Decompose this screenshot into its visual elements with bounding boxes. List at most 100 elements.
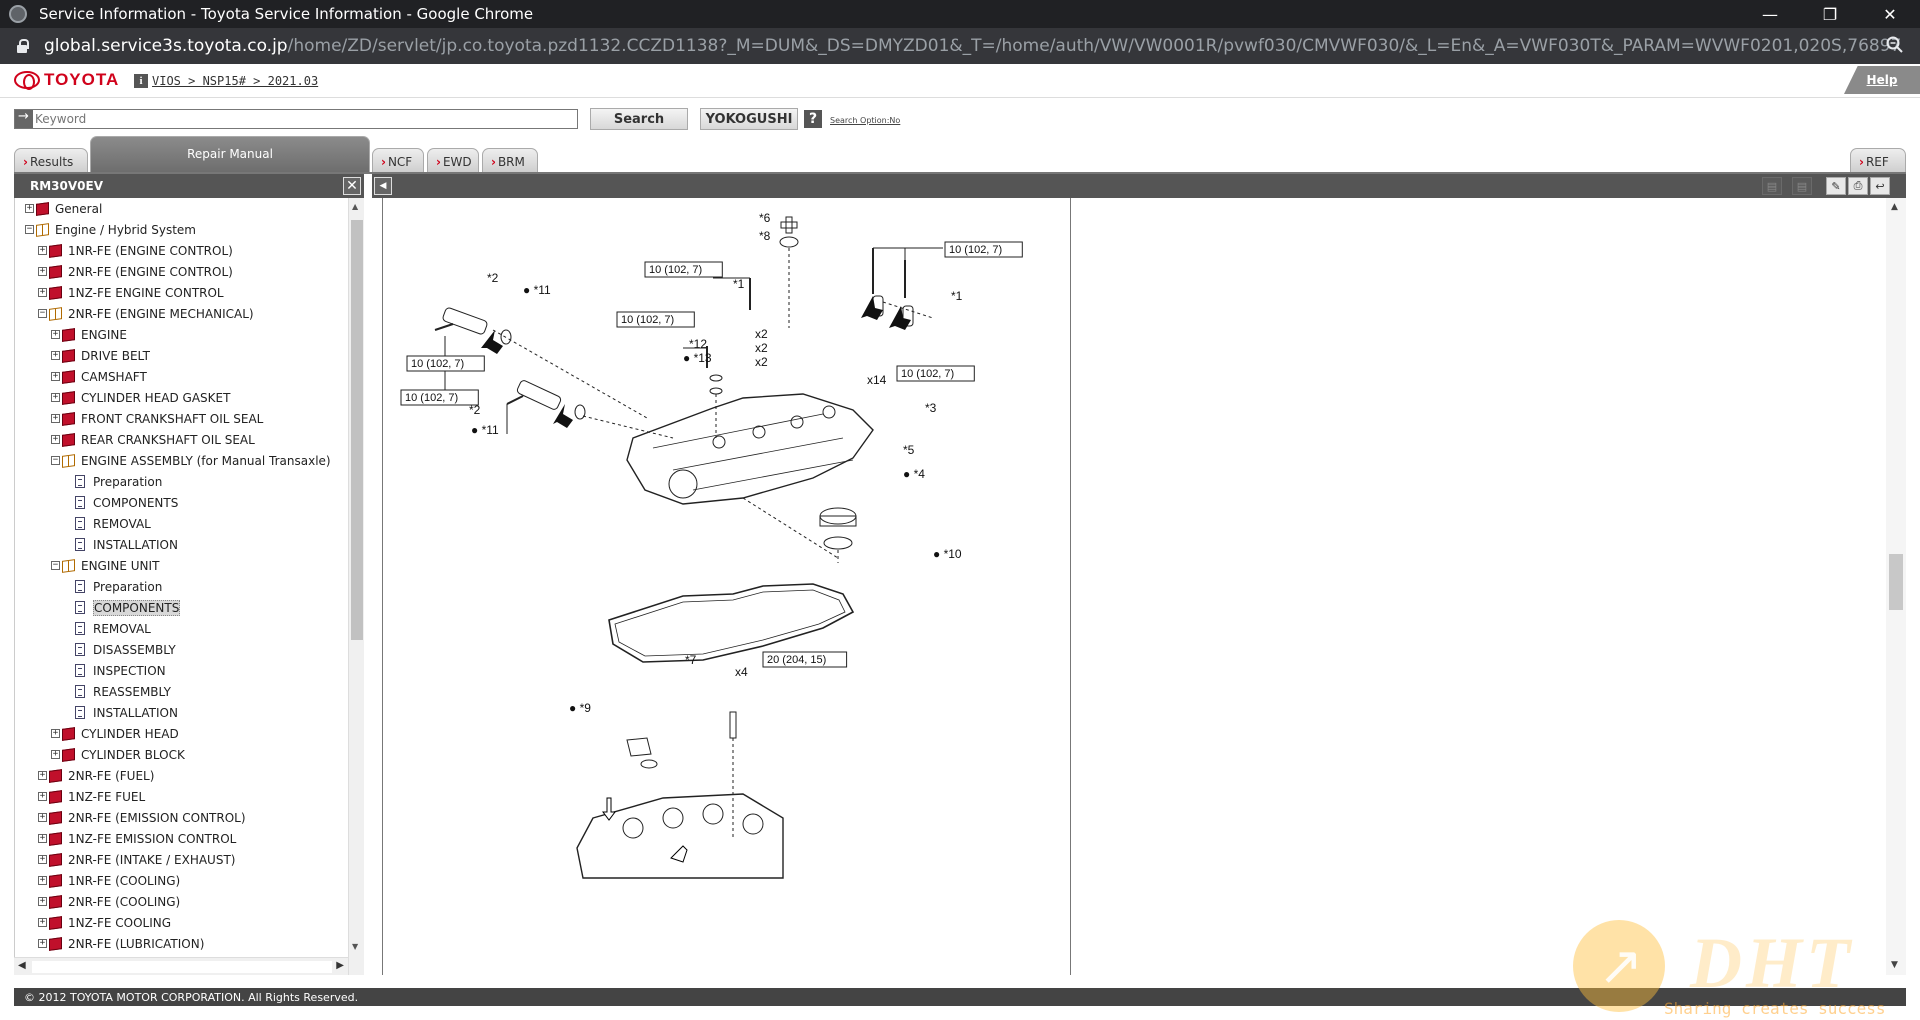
tree-item[interactable]: +2NR-FE (FUEL)	[15, 765, 348, 786]
collapse-icon[interactable]: −	[25, 225, 34, 234]
note-edit-icon[interactable]: ✎	[1826, 177, 1846, 195]
zoom-icon[interactable]	[1886, 36, 1904, 54]
tab-ewd[interactable]: › EWD	[427, 148, 479, 174]
collapse-left-button[interactable]: ◀	[374, 177, 392, 195]
scroll-down-icon[interactable]: ▼	[352, 942, 358, 951]
tab-brm[interactable]: › BRM	[482, 148, 538, 174]
tree-item[interactable]: INSPECTION	[15, 660, 348, 681]
tree-item[interactable]: Preparation	[15, 576, 348, 597]
expand-icon[interactable]: +	[38, 792, 47, 801]
close-window-button[interactable]: ✕	[1860, 0, 1920, 28]
expand-icon[interactable]: +	[51, 330, 60, 339]
yokogushi-button[interactable]: YOKOGUSHI	[700, 108, 798, 130]
tree-horizontal-scrollbar[interactable]: ◀ ▶	[14, 957, 348, 975]
scroll-thumb[interactable]	[351, 220, 363, 640]
tree-item[interactable]: +2NR-FE (COOLING)	[15, 891, 348, 912]
tree-item[interactable]: COMPONENTS	[15, 597, 348, 618]
expand-icon[interactable]: +	[51, 372, 60, 381]
expand-icon[interactable]: +	[51, 414, 60, 423]
expand-icon[interactable]: +	[51, 393, 60, 402]
tree-item[interactable]: + CYLINDER BLOCK	[15, 744, 348, 765]
breadcrumb-link[interactable]: VIOS > NSP15# > 2021.03	[152, 74, 318, 88]
expand-icon[interactable]: +	[25, 204, 34, 213]
scroll-up-icon[interactable]: ▲	[352, 202, 358, 211]
expand-icon[interactable]: +	[38, 267, 47, 276]
tree-item[interactable]: +1NZ-FE COOLING	[15, 912, 348, 933]
tree-item[interactable]: Preparation	[15, 471, 348, 492]
keyword-search-input[interactable]	[14, 109, 578, 129]
scroll-right-icon[interactable]: ▶	[336, 960, 344, 971]
tree-item[interactable]: +2NR-FE (EMISSION CONTROL)	[15, 807, 348, 828]
collapse-icon[interactable]: −	[51, 456, 60, 465]
tree-item[interactable]: COMPONENTS	[15, 492, 348, 513]
back-icon[interactable]: ↩	[1870, 177, 1890, 195]
tree-item[interactable]: + CAMSHAFT	[15, 366, 348, 387]
lock-icon[interactable]	[16, 39, 29, 53]
collapse-icon[interactable]: −	[51, 561, 60, 570]
tree-item[interactable]: + ENGINE	[15, 324, 348, 345]
print-icon[interactable]: ⎙	[1848, 177, 1868, 195]
address-bar[interactable]: global.service3s.toyota.co.jp/home/ZD/se…	[0, 28, 1920, 64]
scroll-thumb[interactable]	[1889, 554, 1903, 610]
tree-item[interactable]: +1NR-FE (ENGINE CONTROL)	[15, 240, 348, 261]
tree-item[interactable]: +1NZ-FE ENGINE CONTROL	[15, 282, 348, 303]
tree-vertical-scrollbar[interactable]: ▲ ▼	[348, 198, 364, 975]
expand-icon[interactable]: +	[51, 729, 60, 738]
expand-icon[interactable]: +	[38, 813, 47, 822]
expand-icon[interactable]: +	[38, 897, 47, 906]
scroll-left-icon[interactable]: ◀	[18, 960, 26, 971]
collapse-icon[interactable]: −	[38, 309, 47, 318]
tree-item[interactable]: + REAR CRANKSHAFT OIL SEAL	[15, 429, 348, 450]
expand-icon[interactable]: +	[38, 918, 47, 927]
expand-icon[interactable]: +	[51, 351, 60, 360]
tree-item[interactable]: REASSEMBLY	[15, 681, 348, 702]
tree-item[interactable]: +1NZ-FE FUEL	[15, 786, 348, 807]
tree-item[interactable]: + CYLINDER HEAD	[15, 723, 348, 744]
tree-item[interactable]: + CYLINDER HEAD GASKET	[15, 387, 348, 408]
expand-icon[interactable]: +	[38, 834, 47, 843]
tree-item[interactable]: +2NR-FE (LUBRICATION)	[15, 933, 348, 954]
close-panel-button[interactable]: ✕	[343, 177, 361, 195]
tree-item[interactable]: INSTALLATION	[15, 534, 348, 555]
expand-icon[interactable]: +	[38, 288, 47, 297]
tree-item[interactable]: − ENGINE ASSEMBLY (for Manual Transaxle)	[15, 450, 348, 471]
info-icon[interactable]: i	[134, 74, 148, 88]
tree-item[interactable]: − 2NR-FE (ENGINE MECHANICAL)	[15, 303, 348, 324]
expand-icon[interactable]: +	[38, 876, 47, 885]
tab-repair-manual[interactable]: Repair Manual	[90, 136, 370, 174]
tree-item[interactable]: + General	[15, 198, 348, 219]
expand-icon[interactable]: +	[38, 855, 47, 864]
tree-item[interactable]: + DRIVE BELT	[15, 345, 348, 366]
scroll-thumb[interactable]	[32, 961, 332, 973]
tab-ncf[interactable]: › NCF	[372, 148, 424, 174]
tree-item[interactable]: +1NR-FE (COOLING)	[15, 870, 348, 891]
expand-icon[interactable]: +	[51, 750, 60, 759]
help-button[interactable]: Help	[1844, 66, 1920, 94]
next-page-button[interactable]: ▤	[1792, 177, 1812, 195]
scroll-up-icon[interactable]: ▲	[1891, 202, 1898, 212]
tree-item[interactable]: REMOVAL	[15, 513, 348, 534]
prev-page-button[interactable]: ▤	[1762, 177, 1782, 195]
tab-ref[interactable]: › REF	[1850, 148, 1906, 174]
expand-icon[interactable]: +	[38, 939, 47, 948]
search-help-button[interactable]: ?	[804, 110, 822, 128]
tree-item[interactable]: +2NR-FE (INTAKE / EXHAUST)	[15, 849, 348, 870]
tree-item[interactable]: +2NR-FE (ENGINE CONTROL)	[15, 261, 348, 282]
content-vertical-scrollbar[interactable]: ▲ ▼	[1886, 198, 1906, 975]
search-option-link[interactable]: Search Option:No	[830, 116, 900, 125]
expand-icon[interactable]: +	[51, 435, 60, 444]
expand-icon[interactable]: +	[38, 246, 47, 255]
tree-item[interactable]: +1NZ-FE EMISSION CONTROL	[15, 828, 348, 849]
expand-icon[interactable]: +	[38, 771, 47, 780]
tree-item[interactable]: REMOVAL	[15, 618, 348, 639]
tree-item[interactable]: + FRONT CRANKSHAFT OIL SEAL	[15, 408, 348, 429]
minimize-button[interactable]: —	[1740, 0, 1800, 28]
scroll-down-icon[interactable]: ▼	[1891, 960, 1898, 970]
restore-button[interactable]: ❐	[1800, 0, 1860, 28]
toyota-logo[interactable]: TOYOTA	[14, 70, 119, 90]
tree-item[interactable]: − Engine / Hybrid System	[15, 219, 348, 240]
tree-item[interactable]: INSTALLATION	[15, 702, 348, 723]
tree-item[interactable]: − ENGINE UNIT	[15, 555, 348, 576]
tab-results[interactable]: › Results	[14, 148, 88, 174]
search-button[interactable]: Search	[590, 108, 688, 130]
